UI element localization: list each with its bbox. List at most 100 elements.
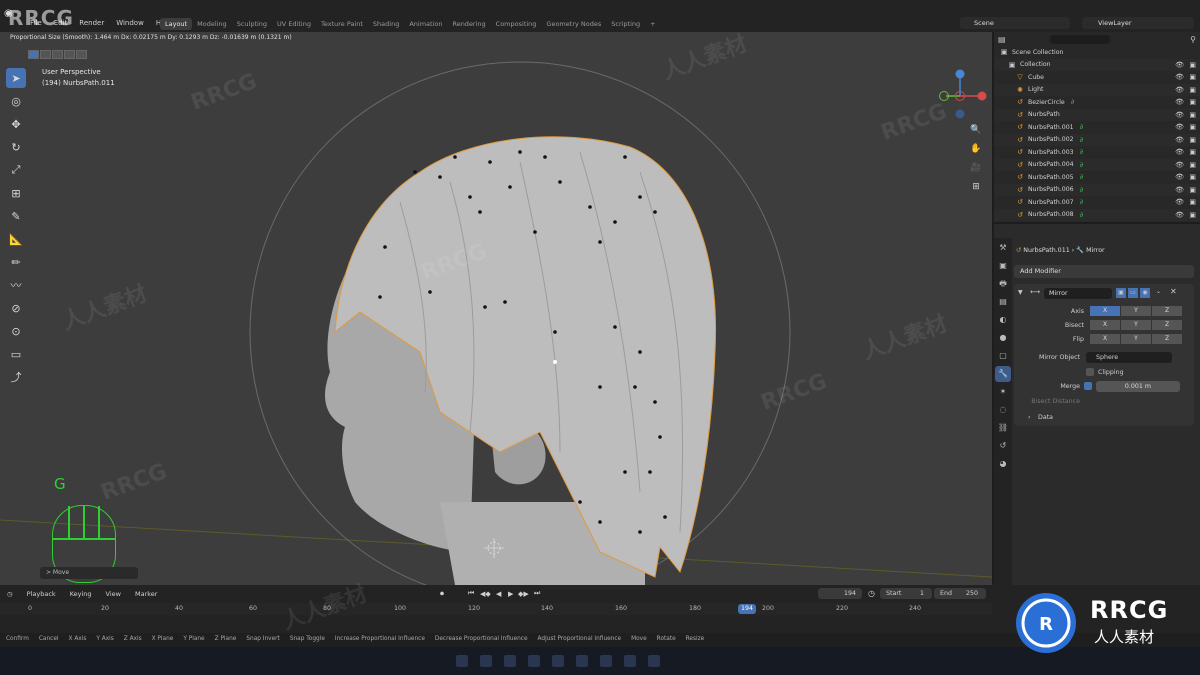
visibility-eye-icon[interactable]: 👁 [1175,198,1184,206]
end-frame-field[interactable]: End 250 [934,588,986,599]
menu-marker[interactable]: Marker [128,590,164,598]
visibility-eye-icon[interactable]: 👁 [1175,98,1184,106]
modifier-name-field[interactable]: Mirror [1044,288,1112,299]
annotate-tool-icon[interactable]: ✎ [6,206,26,226]
outliner-row[interactable]: ✺ Light 👁 ▣ [994,83,1200,96]
zoom-icon[interactable]: 🔍 [968,122,984,138]
tab-scripting[interactable]: Scripting [606,18,645,30]
browser-icon[interactable] [552,655,564,667]
menu-playback[interactable]: Playback [20,590,63,598]
visibility-eye-icon[interactable]: 👁 [1175,173,1184,181]
render-camera-icon[interactable]: ▣ [1189,86,1196,94]
navigation-gizmo[interactable] [930,66,990,126]
render-camera-icon[interactable]: ▣ [1189,211,1196,219]
jump-end-button[interactable]: ⏭ [534,589,540,598]
tab-rendering[interactable]: Rendering [447,18,490,30]
data-subpanel[interactable]: › Data [1014,412,1194,423]
physics-tab-icon[interactable]: ◌ [995,402,1011,418]
visibility-eye-icon[interactable]: 👁 [1175,136,1184,144]
pen-tool-icon[interactable]: 〰 [6,275,26,295]
data-tab-icon[interactable]: ↺ [995,438,1011,454]
render-camera-icon[interactable]: ▣ [1189,148,1196,156]
outliner-row[interactable]: ↺ NurbsPath.004 ∂ 👁 ▣ [994,158,1200,171]
constraints-tab-icon[interactable]: ⛓ [995,420,1011,436]
app-icon[interactable] [624,655,636,667]
task-view-icon[interactable] [504,655,516,667]
material-tab-icon[interactable]: ◕ [995,456,1011,472]
tab-geometry-nodes[interactable]: Geometry Nodes [541,18,606,30]
scale-tool-icon[interactable]: ⤢ [6,160,26,180]
grid-icon[interactable]: ⊞ [968,179,984,195]
editor-type-icon[interactable]: ◷ [0,590,20,598]
outliner-row[interactable]: ↺ NurbsPath 👁 ▣ [994,108,1200,121]
measure-tool-icon[interactable]: 📐 [6,229,26,249]
menu-render[interactable]: Render [73,19,110,27]
scene-selector[interactable]: Scene [960,17,1070,29]
outliner-search-input[interactable] [1049,34,1110,44]
jump-start-button[interactable]: ⏮ [468,589,474,598]
search-icon[interactable] [480,655,492,667]
add-modifier-button[interactable]: Add Modifier [1014,265,1194,278]
next-key-button[interactable]: ◆▶ [518,590,529,598]
outliner-row[interactable]: ▽ Cube 👁 ▣ [994,71,1200,84]
outliner-row[interactable]: ↺ NurbsPath.008 ∂ 👁 ▣ [994,208,1200,221]
outliner-row[interactable]: ↺ NurbsPath.002 ∂ 👁 ▣ [994,133,1200,146]
blender-app-icon[interactable] [648,655,660,667]
record-button[interactable]: ⏺ [440,589,444,599]
collapse-arrow-icon[interactable]: ▼ [1018,289,1023,296]
view-layer-tab-icon[interactable]: ▤ [995,294,1011,310]
cursor-tool-icon[interactable]: ◎ [6,91,26,111]
extrude-tool-icon[interactable]: ⤴ [6,367,26,387]
render-camera-icon[interactable]: ▣ [1189,111,1196,119]
rotate-tool-icon[interactable]: ↻ [6,137,26,157]
3d-viewport[interactable]: Proportional Size (Smooth): 1.464 m Dx: … [0,32,992,585]
mode-button[interactable] [52,50,63,59]
mode-button[interactable] [40,50,51,59]
draw-tool-icon[interactable]: ✏ [6,252,26,272]
tab-layout[interactable]: Layout [160,18,193,30]
menu-view[interactable]: View [99,590,128,598]
clipping-checkbox[interactable] [1086,368,1094,376]
render-toggle-icon[interactable]: ◉ [1140,288,1150,298]
dropdown-icon[interactable]: ⌄ [1156,288,1161,295]
bisect-z-toggle[interactable]: Z [1152,320,1182,330]
render-tab-icon[interactable]: ▣ [995,258,1011,274]
outliner-row[interactable]: ↺ BezierCircle ∂ 👁 ▣ [994,96,1200,109]
mode-button[interactable] [64,50,75,59]
menu-window[interactable]: Window [110,19,150,27]
visibility-eye-icon[interactable]: 👁 [1175,161,1184,169]
world-tab-icon[interactable]: ● [995,330,1011,346]
output-tab-icon[interactable]: 🖶 [995,276,1011,292]
bisect-x-toggle[interactable]: X [1090,320,1120,330]
outliner-scene-collection[interactable]: ▣ Scene Collection [994,46,1200,59]
visibility-eye-icon[interactable]: 👁 [1175,86,1184,94]
scene-tab-icon[interactable]: ◐ [995,312,1011,328]
tab-texture-paint[interactable]: Texture Paint [316,18,368,30]
axis-y-toggle[interactable]: Y [1121,306,1151,316]
file-explorer-icon[interactable] [528,655,540,667]
object-tab-icon[interactable]: ▢ [995,348,1011,364]
render-camera-icon[interactable]: ▣ [1189,61,1196,69]
viewport-toggle-icon[interactable]: ▭ [1128,288,1138,298]
render-camera-icon[interactable]: ▣ [1189,173,1196,181]
flip-y-toggle[interactable]: Y [1121,334,1151,344]
mirror-object-field[interactable]: Sphere [1086,352,1172,363]
filter-icon[interactable]: ⚲ [1190,35,1196,44]
modifier-tab-icon[interactable]: 🔧 [995,366,1011,382]
tilt-tool-icon[interactable]: ⊘ [6,298,26,318]
visibility-eye-icon[interactable]: 👁 [1175,186,1184,194]
visibility-eye-icon[interactable]: 👁 [1175,211,1184,219]
frame-ruler[interactable]: 0 20 40 60 80 100 120 140 160 180 200 22… [0,603,992,615]
merge-checkbox[interactable] [1084,382,1092,390]
render-camera-icon[interactable]: ▣ [1189,73,1196,81]
render-camera-icon[interactable]: ▣ [1189,123,1196,131]
display-mode-icon[interactable]: ▤ [998,35,1006,44]
render-camera-icon[interactable]: ▣ [1189,136,1196,144]
camera-icon[interactable]: 🎥 [968,160,984,176]
close-icon[interactable]: ✕ [1170,287,1177,296]
editmode-toggle-icon[interactable]: ▣ [1116,288,1126,298]
play-button[interactable]: ▶ [508,590,513,598]
render-camera-icon[interactable]: ▣ [1189,98,1196,106]
prev-key-button[interactable]: ◀◆ [480,590,491,598]
tab-uv-editing[interactable]: UV Editing [272,18,316,30]
